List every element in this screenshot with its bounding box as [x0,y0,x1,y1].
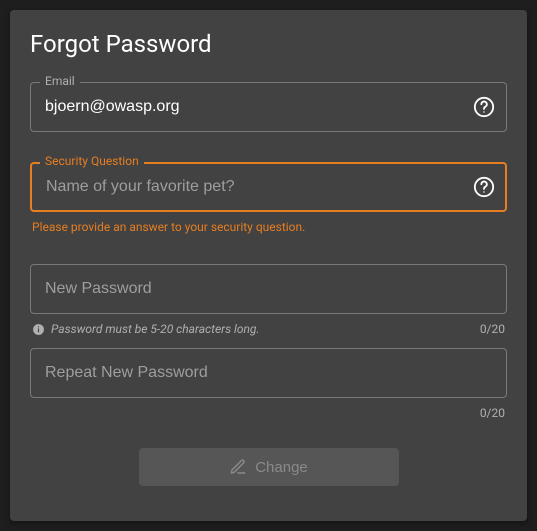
help-icon[interactable] [473,176,495,198]
security-question-error: Please provide an answer to your securit… [30,220,507,234]
page-title: Forgot Password [30,30,507,58]
repeat-password-input[interactable] [30,348,507,398]
email-input[interactable] [30,82,507,132]
new-password-input[interactable] [30,264,507,314]
info-icon [32,323,45,336]
repeat-password-hint-row: 0/20 [30,406,507,420]
forgot-password-card: Forgot Password Email Security Question … [10,10,527,521]
change-button[interactable]: Change [139,448,399,486]
help-icon[interactable] [473,96,495,118]
new-password-field-wrap [30,264,507,314]
change-button-label: Change [255,459,308,476]
email-label: Email [40,74,80,88]
new-password-hint-row: Password must be 5-20 characters long. 0… [30,322,507,336]
email-field-wrap: Email [30,82,507,132]
repeat-password-field-wrap [30,348,507,398]
repeat-password-counter: 0/20 [480,406,505,420]
new-password-counter: 0/20 [480,322,505,336]
security-question-label: Security Question [40,154,144,168]
edit-icon [229,458,247,476]
password-hint: Password must be 5-20 characters long. [32,322,260,336]
button-row: Change [30,448,507,486]
security-question-field-wrap: Security Question [30,162,507,212]
security-answer-input[interactable] [30,162,507,212]
password-hint-text: Password must be 5-20 characters long. [51,322,260,336]
